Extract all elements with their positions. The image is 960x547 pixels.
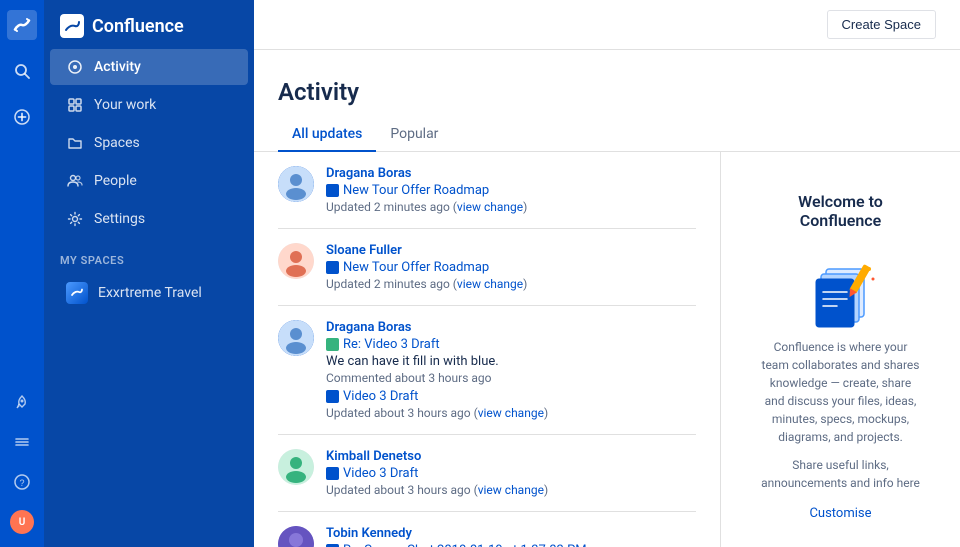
help-icon-btn[interactable]: ? [7,467,37,497]
avatar [278,320,314,356]
activity-link: Re: Video 3 Draft [326,337,696,352]
space-name: Exxrtreme Travel [98,285,202,301]
list-icon-btn[interactable] [7,427,37,457]
secondary-link: Video 3 Draft [326,389,696,404]
activity-item: Dragana Boras Re: Video 3 Draft We can h… [254,306,720,434]
rocket-icon-btn[interactable] [7,387,37,417]
sidebar: Confluence Activity Your work [44,0,254,547]
activity-link: Re: Screen Shot 2018-01-19 at 1.37.03 PM… [326,543,696,547]
sidebar-header: Confluence [44,0,254,48]
create-space-button[interactable]: Create Space [827,10,937,39]
activity-meta: Updated 2 minutes ago (view change) [326,200,696,214]
activity-content: Dragana Boras New Tour Offer Roadmap Upd… [326,166,696,214]
activity-link: New Tour Offer Roadmap [326,183,696,198]
tabs-bar: All updates Popular [278,118,936,151]
page-icon [326,184,339,197]
activity-link-text[interactable]: New Tour Offer Roadmap [343,260,489,275]
activity-link-text[interactable]: Video 3 Draft [343,466,418,481]
activity-item: Kimball Denetso Video 3 Draft Updated ab… [254,435,720,511]
search-icon-btn[interactable] [7,56,37,86]
svg-text:?: ? [20,478,25,488]
welcome-text-2: Share useful links, announcements and in… [761,456,920,492]
spaces-nav-icon [66,134,84,152]
people-label: People [94,173,137,189]
my-spaces-heading: MY SPACES [44,238,254,273]
activity-item: Dragana Boras New Tour Offer Roadmap Upd… [254,152,720,228]
page-icon [326,467,339,480]
activity-author[interactable]: Dragana Boras [326,166,696,181]
secondary-meta: Updated about 3 hours ago (view change) [326,406,696,420]
sidebar-item-people[interactable]: People [50,163,248,199]
sidebar-item-activity[interactable]: Activity [50,49,248,85]
avatar [278,526,314,547]
tab-all-updates[interactable]: All updates [278,118,376,152]
sidebar-item-settings[interactable]: Settings [50,201,248,237]
activity-content: Tobin Kennedy Re: Screen Shot 2018-01-19… [326,526,696,547]
activity-author[interactable]: Sloane Fuller [326,243,696,258]
app-logo-icon[interactable] [7,10,37,40]
icon-bar: ? U [0,0,44,547]
people-nav-icon [66,172,84,190]
app-name: Confluence [92,16,184,37]
activity-item: Sloane Fuller New Tour Offer Roadmap Upd… [254,229,720,305]
activity-meta: Updated about 3 hours ago (view change) [326,483,696,497]
sidebar-space-exxrtreme[interactable]: Exxrtreme Travel [50,274,248,312]
space-avatar [66,282,88,304]
avatar [278,449,314,485]
view-change-link[interactable]: view change [457,200,523,214]
settings-label: Settings [94,211,145,227]
activity-link: New Tour Offer Roadmap [326,260,696,275]
activity-meta: Commented about 3 hours ago [326,371,696,385]
add-icon-btn[interactable] [7,102,37,132]
welcome-text-1: Confluence is where your team collaborat… [761,338,920,446]
activity-feed: Dragana Boras New Tour Offer Roadmap Upd… [254,152,720,547]
activity-link-text[interactable]: Re: Screen Shot 2018-01-19 at 1.37.03 PM… [343,543,612,547]
welcome-title: Welcome to Confluence [761,192,920,230]
activity-meta: Updated 2 minutes ago (view change) [326,277,696,291]
your-work-nav-icon [66,96,84,114]
activity-content: Kimball Denetso Video 3 Draft Updated ab… [326,449,696,497]
activity-author[interactable]: Tobin Kennedy [326,526,696,541]
secondary-link-text[interactable]: Video 3 Draft [343,389,418,404]
main-content: Create Space Activity All updates Popula… [254,0,960,547]
main-header: Activity All updates Popular [254,60,960,152]
activity-author[interactable]: Kimball Denetso [326,449,696,464]
activity-content: Sloane Fuller New Tour Offer Roadmap Upd… [326,243,696,291]
customise-link[interactable]: Customise [809,506,871,521]
avatar [278,243,314,279]
welcome-panel: Welcome to Confluence [720,152,960,547]
activity-link-text[interactable]: New Tour Offer Roadmap [343,183,489,198]
welcome-illustration [801,244,881,324]
view-change-link[interactable]: view change [478,406,544,420]
page-title: Activity [278,78,936,106]
user-avatar-icon[interactable]: U [7,507,37,537]
avatar [278,166,314,202]
spaces-label: Spaces [94,135,140,151]
sidebar-item-your-work[interactable]: Your work [50,87,248,123]
activity-link-text[interactable]: Re: Video 3 Draft [343,337,440,352]
welcome-content: Welcome to Confluence [741,172,940,541]
view-change-link[interactable]: view change [478,483,544,497]
activity-content: Dragana Boras Re: Video 3 Draft We can h… [326,320,696,420]
activity-nav-icon [66,58,84,76]
activity-item: Tobin Kennedy Re: Screen Shot 2018-01-19… [254,512,720,547]
top-action-bar: Create Space [254,0,960,50]
settings-nav-icon [66,210,84,228]
your-work-label: Your work [94,97,156,113]
tab-popular[interactable]: Popular [376,118,452,152]
activity-link: Video 3 Draft [326,466,696,481]
view-change-link[interactable]: view change [457,277,523,291]
activity-label: Activity [94,59,141,75]
page-icon [326,390,339,403]
sidebar-item-spaces[interactable]: Spaces [50,125,248,161]
activity-author[interactable]: Dragana Boras [326,320,696,335]
page-icon [326,261,339,274]
activity-body: We can have it fill in with blue. [326,354,696,369]
blog-icon [326,338,339,351]
sidebar-nav: Activity Your work Spaces [44,48,254,238]
main-body: Dragana Boras New Tour Offer Roadmap Upd… [254,152,960,547]
confluence-logo [60,14,84,38]
